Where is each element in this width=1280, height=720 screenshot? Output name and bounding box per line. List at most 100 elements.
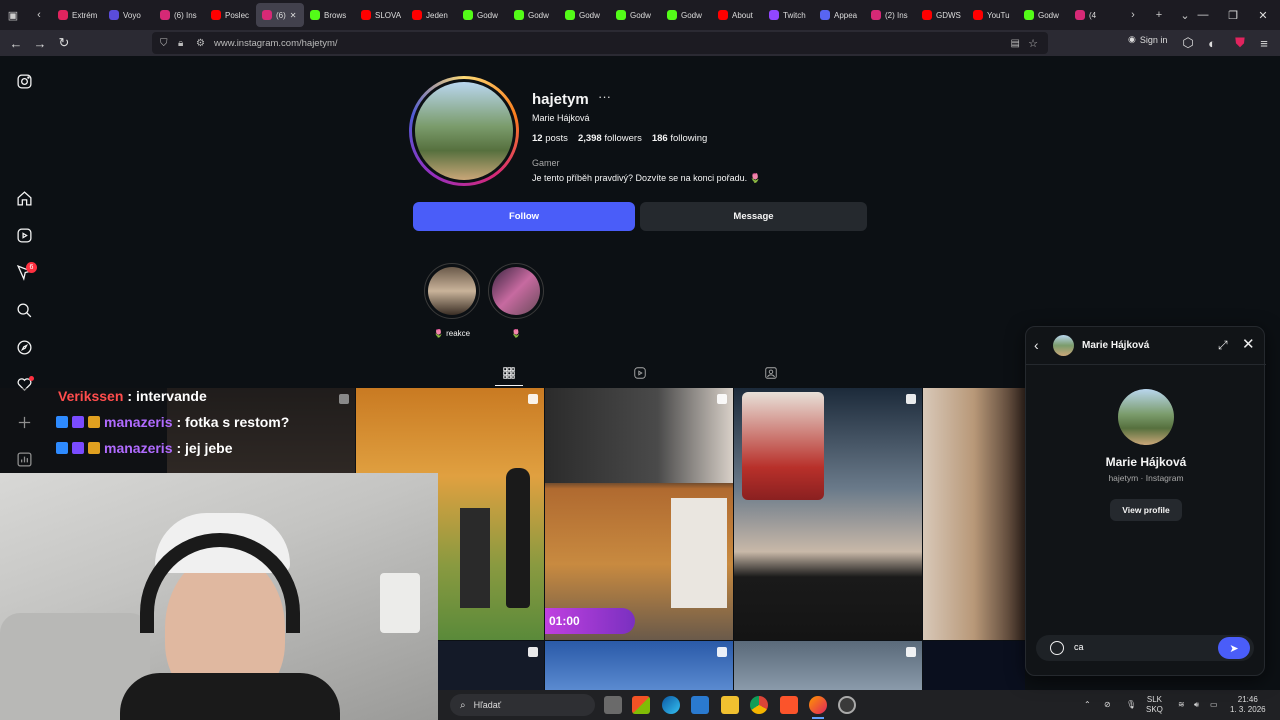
- reels-icon[interactable]: [14, 225, 34, 245]
- chat-text: : fotka s restom?: [176, 414, 290, 430]
- new-tab-button[interactable]: +: [1146, 3, 1172, 27]
- bookmark-star-icon[interactable]: ☆: [1028, 37, 1038, 50]
- extensions-icon[interactable]: ⬡: [1176, 31, 1200, 55]
- minimize-button[interactable]: —: [1188, 0, 1218, 30]
- ms-store-icon[interactable]: [691, 696, 709, 714]
- menu-icon[interactable]: ≡: [1252, 31, 1276, 55]
- chrome-icon[interactable]: [750, 696, 768, 714]
- browser-tab[interactable]: GDWS: [916, 3, 967, 27]
- maximize-button[interactable]: ❐: [1218, 0, 1248, 30]
- shield-icon[interactable]: ⛉: [160, 38, 168, 49]
- firefox-icon[interactable]: [809, 696, 827, 714]
- sign-in-button[interactable]: ◉ Sign in: [1128, 34, 1167, 45]
- browser-tab[interactable]: Godw: [661, 3, 712, 27]
- tab-close-icon[interactable]: ✕: [290, 11, 297, 20]
- browser-tab[interactable]: Poslec: [205, 3, 256, 27]
- followers-stat[interactable]: 2,398 followers: [578, 133, 642, 144]
- clock[interactable]: 21:46 1. 3. 2026: [1230, 695, 1266, 715]
- tab-reels-icon[interactable]: [630, 363, 650, 383]
- browser-tab[interactable]: Twitch: [763, 3, 814, 27]
- edge-icon[interactable]: [662, 696, 680, 714]
- message-button[interactable]: Message: [640, 202, 867, 231]
- profile-avatar[interactable]: [409, 76, 519, 186]
- close-icon[interactable]: ✕: [1242, 335, 1255, 353]
- more-options-icon[interactable]: ···: [598, 89, 611, 104]
- tab-overview-icon[interactable]: ▣: [0, 3, 26, 27]
- url-text[interactable]: www.instagram.com/hajetym/: [214, 38, 338, 49]
- language-indicator[interactable]: SLK SKQ: [1146, 695, 1163, 715]
- address-bar[interactable]: ⛉ 🔒︎ ⚙ www.instagram.com/hajetym/ ▤ ☆: [152, 32, 1048, 54]
- dm-message-input[interactable]: ca ➤: [1036, 635, 1254, 661]
- permissions-icon[interactable]: ⚙: [196, 38, 205, 49]
- tab-label: Godw: [528, 10, 549, 20]
- lock-icon[interactable]: 🔒︎: [178, 38, 183, 49]
- highlight-label: 🌷 reakce: [433, 329, 471, 338]
- post-tile[interactable]: [734, 388, 922, 640]
- tab-favicon-icon: [109, 10, 119, 20]
- browser-tab[interactable]: Godw: [1018, 3, 1069, 27]
- browser-tab[interactable]: (6) Ins: [154, 3, 205, 27]
- post-tile[interactable]: 01:00: [545, 388, 733, 640]
- battery-icon[interactable]: ▭: [1210, 700, 1218, 710]
- microphone-icon[interactable]: 🎙︎: [1126, 700, 1136, 710]
- dm-input-text[interactable]: ca: [1074, 642, 1084, 652]
- home-icon[interactable]: [14, 188, 34, 208]
- reload-button[interactable]: ↻: [52, 31, 76, 55]
- volume-icon[interactable]: 🔊︎: [1194, 700, 1199, 710]
- highlight-tulip[interactable]: 🌷: [488, 263, 544, 338]
- browser-tab[interactable]: About: [712, 3, 763, 27]
- tray-chevron-icon[interactable]: ⌃: [1084, 700, 1091, 710]
- file-explorer-icon[interactable]: [721, 696, 739, 714]
- ublock-icon[interactable]: ⛊: [1228, 31, 1252, 55]
- send-icon[interactable]: ➤: [1218, 637, 1250, 659]
- addon-icon[interactable]: ◐: [1200, 31, 1224, 55]
- brave-icon[interactable]: [780, 696, 798, 714]
- instagram-logo-icon[interactable]: [14, 71, 34, 91]
- tray-mute-icon[interactable]: ⊘: [1104, 700, 1111, 710]
- post-tile[interactable]: [923, 641, 1025, 690]
- browser-tab[interactable]: Godw: [508, 3, 559, 27]
- post-tile[interactable]: [545, 641, 733, 690]
- reader-view-icon[interactable]: ▤: [1011, 38, 1020, 49]
- browser-tab[interactable]: YouTu: [967, 3, 1018, 27]
- back-button[interactable]: ←: [4, 31, 28, 55]
- taskbar-search[interactable]: ⌕ Hľadať: [450, 694, 595, 716]
- browser-tab[interactable]: Extrém: [52, 3, 103, 27]
- browser-tab[interactable]: (2) Ins: [865, 3, 916, 27]
- browser-tab[interactable]: Voyo: [103, 3, 154, 27]
- browser-tab[interactable]: (6) ✕: [256, 3, 304, 27]
- emoji-icon[interactable]: [1050, 641, 1064, 655]
- search-icon[interactable]: [14, 300, 34, 320]
- view-profile-button[interactable]: View profile: [1110, 499, 1182, 521]
- browser-tab[interactable]: (4: [1069, 3, 1120, 27]
- browser-tab[interactable]: Godw: [610, 3, 661, 27]
- expand-icon[interactable]: ⤢: [1218, 338, 1228, 353]
- explore-icon[interactable]: [14, 337, 34, 357]
- store-icon[interactable]: [632, 696, 650, 714]
- post-tile[interactable]: [438, 641, 544, 690]
- forward-button[interactable]: →: [28, 31, 52, 55]
- browser-tab[interactable]: Jeden: [406, 3, 457, 27]
- tab-favicon-icon: [58, 10, 68, 20]
- tab-label: Poslec: [225, 10, 250, 20]
- tab-label: Godw: [579, 10, 600, 20]
- tab-tagged-icon[interactable]: [761, 363, 781, 383]
- browser-tab[interactable]: Godw: [457, 3, 508, 27]
- following-stat[interactable]: 186 following: [652, 133, 707, 144]
- tab-posts-grid-icon[interactable]: [499, 363, 519, 383]
- tab-scroll-right-icon[interactable]: ›: [1120, 3, 1146, 27]
- back-chevron-icon[interactable]: ‹: [1034, 337, 1039, 353]
- tab-scroll-left-icon[interactable]: ‹: [26, 3, 52, 27]
- post-tile[interactable]: [923, 388, 1025, 640]
- settings-icon[interactable]: [838, 696, 856, 714]
- post-tile[interactable]: [734, 641, 922, 690]
- browser-tab[interactable]: Godw: [559, 3, 610, 27]
- browser-tab[interactable]: Brows: [304, 3, 355, 27]
- task-view-icon[interactable]: [604, 696, 622, 714]
- browser-tab[interactable]: SLOVA: [355, 3, 406, 27]
- highlight-reakce[interactable]: 🌷 reakce: [424, 263, 480, 338]
- wifi-icon[interactable]: ≋: [1178, 700, 1185, 710]
- follow-button[interactable]: Follow: [413, 202, 635, 231]
- close-window-button[interactable]: ✕: [1248, 0, 1278, 30]
- browser-tab[interactable]: Appea: [814, 3, 865, 27]
